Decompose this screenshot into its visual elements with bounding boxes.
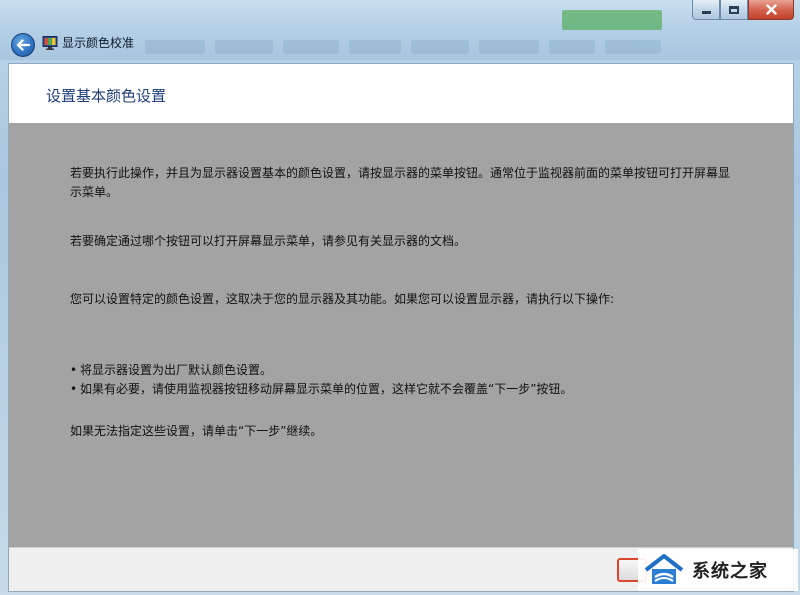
window-controls — [692, 0, 794, 20]
watermark-text: 系统之家 — [692, 561, 768, 582]
page-title: 设置基本颜色设置 — [46, 87, 167, 105]
closing-paragraph: 如果无法指定这些设置，请单击“下一步”继续。 — [70, 424, 323, 438]
instruction-bullet-list: • 将显示器设置为出厂默认颜色设置。 • 如果有必要，请使用监视器按钮移动屏幕显… — [70, 361, 572, 399]
bullet-text: 将显示器设置为出厂默认颜色设置。 — [80, 363, 273, 377]
maximize-button[interactable] — [720, 0, 748, 20]
list-item: • 将显示器设置为出厂默认颜色设置。 — [70, 361, 572, 380]
background-browser-button — [562, 10, 662, 30]
bullet-icon: • — [70, 363, 78, 377]
minimize-icon — [701, 11, 711, 14]
wizard-panel: 设置基本颜色设置 若要执行此操作，并且为显示器设置基本的颜色设置，请按显示器的菜… — [8, 63, 794, 592]
watermark: 系统之家 — [638, 549, 798, 591]
close-icon — [765, 4, 777, 15]
background-browser-url — [2, 8, 432, 26]
title-bar: 显示颜色校准 — [0, 0, 800, 60]
background-bookmarks-bar — [145, 40, 705, 56]
monitor-color-icon — [42, 36, 58, 50]
house-logo-icon — [644, 554, 684, 584]
instruction-paragraph-1: 若要执行此操作，并且为显示器设置基本的颜色设置，请按显示器的菜单按钮。通常位于监… — [70, 166, 731, 199]
back-arrow-icon — [16, 39, 30, 51]
instruction-area: 若要执行此操作，并且为显示器设置基本的颜色设置，请按显示器的菜单按钮。通常位于监… — [9, 123, 793, 547]
bullet-text: 如果有必要，请使用监视器按钮移动屏幕显示菜单的位置，这样它就不会覆盖“下一步”按… — [80, 382, 573, 396]
back-button[interactable] — [11, 33, 35, 57]
instruction-paragraph-2: 若要确定通过哪个按钮可以打开屏幕显示菜单，请参见有关显示器的文档。 — [70, 234, 467, 248]
maximize-icon — [729, 5, 739, 14]
window-title: 显示颜色校准 — [62, 36, 135, 50]
minimize-button[interactable] — [692, 0, 720, 20]
bullet-icon: • — [70, 382, 78, 396]
instruction-paragraph-3: 您可以设置特定的颜色设置，这取决于您的显示器及其功能。如果您可以设置显示器，请执… — [70, 292, 615, 306]
list-item: • 如果有必要，请使用监视器按钮移动屏幕显示菜单的位置，这样它就不会覆盖“下一步… — [70, 380, 572, 399]
close-button[interactable] — [748, 0, 794, 20]
page-header: 设置基本颜色设置 — [9, 64, 793, 123]
